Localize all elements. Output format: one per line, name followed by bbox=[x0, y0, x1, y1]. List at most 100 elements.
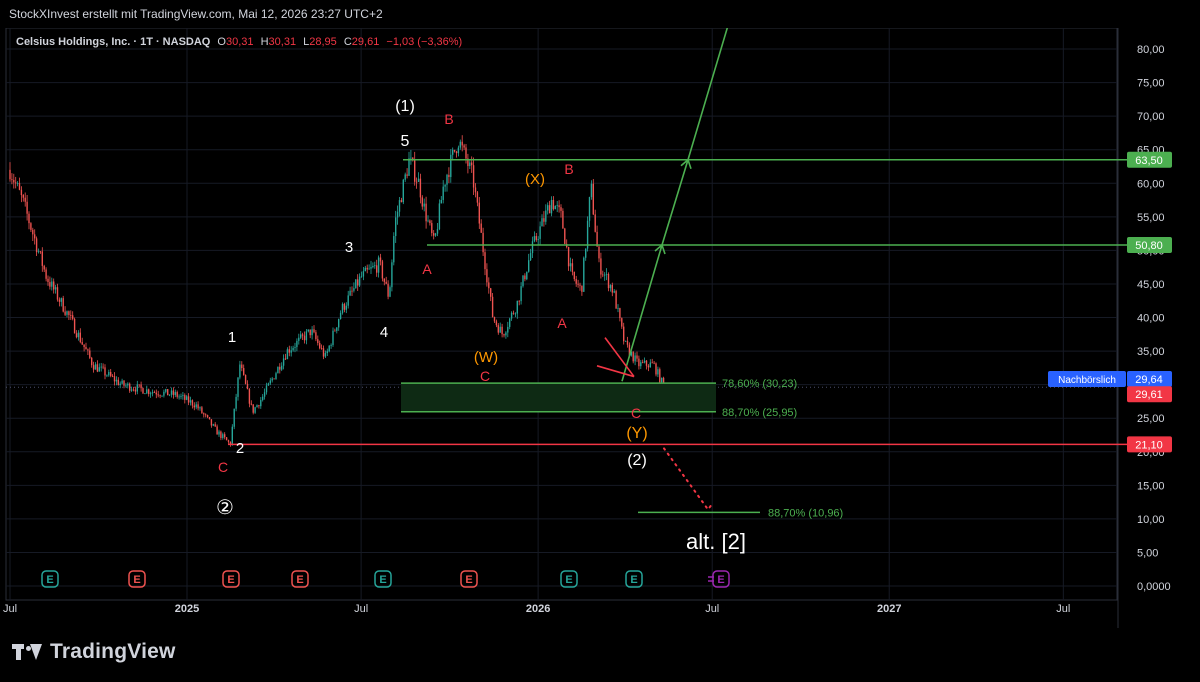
candle-body bbox=[585, 248, 587, 258]
candle-body bbox=[452, 149, 454, 155]
wave-label: B bbox=[444, 111, 453, 127]
candle-body bbox=[602, 274, 604, 276]
candle-body bbox=[548, 205, 551, 214]
candle-body bbox=[9, 169, 11, 180]
candle-body bbox=[149, 393, 152, 395]
y-tick-label: 10,00 bbox=[1137, 514, 1165, 526]
candle-body bbox=[227, 440, 230, 442]
candle-body bbox=[28, 213, 30, 224]
candle-body bbox=[170, 390, 173, 395]
candle-body bbox=[151, 392, 154, 394]
candle-body bbox=[594, 214, 596, 232]
chart-canvas[interactable]: 80,0075,0070,0065,0060,0055,0050,0045,00… bbox=[0, 28, 1200, 628]
candle-body bbox=[421, 197, 423, 207]
candle-body bbox=[459, 141, 461, 148]
candle-body bbox=[11, 179, 13, 180]
candle-body bbox=[391, 262, 393, 288]
candle-body bbox=[522, 275, 524, 287]
candle-body bbox=[119, 383, 121, 386]
y-tick-label: 60,00 bbox=[1137, 178, 1165, 190]
candle-body bbox=[45, 269, 47, 279]
candle-body bbox=[607, 274, 610, 289]
candle-body bbox=[396, 211, 399, 218]
candle-body bbox=[224, 434, 226, 438]
candle-body bbox=[408, 158, 410, 176]
wave-label: (2) bbox=[627, 452, 647, 469]
candle-body bbox=[376, 265, 378, 273]
candle-body bbox=[250, 403, 252, 405]
candle-body bbox=[186, 396, 188, 400]
candle-body bbox=[360, 276, 363, 278]
candle-body bbox=[262, 396, 264, 401]
candle-body bbox=[54, 287, 57, 290]
candle-body bbox=[554, 206, 556, 210]
y-tick-label: 40,00 bbox=[1137, 313, 1165, 325]
candle-body bbox=[138, 384, 140, 386]
candle-body bbox=[66, 311, 68, 315]
candle-body bbox=[524, 275, 526, 280]
candle-body bbox=[284, 358, 287, 360]
candle-body bbox=[104, 367, 106, 376]
candle-body bbox=[328, 345, 330, 352]
candle-body bbox=[298, 337, 300, 341]
x-tick-label: Jul bbox=[1056, 603, 1070, 615]
candle-body bbox=[501, 326, 503, 335]
candle-body bbox=[573, 271, 575, 280]
candle-body bbox=[336, 327, 338, 331]
candle-body bbox=[349, 290, 351, 296]
candle-body bbox=[406, 174, 408, 176]
candle-body bbox=[26, 201, 28, 214]
candle-body bbox=[547, 205, 549, 211]
candle-body bbox=[263, 392, 266, 397]
candle-body bbox=[167, 389, 169, 396]
candle-body bbox=[374, 265, 376, 267]
wave-label: C bbox=[631, 405, 641, 421]
candle-body bbox=[311, 329, 313, 336]
candle-body bbox=[111, 375, 114, 377]
earnings-marker-label: E bbox=[717, 574, 724, 586]
earnings-marker-label: E bbox=[227, 574, 234, 586]
candle-body bbox=[545, 210, 547, 222]
candle-body bbox=[142, 388, 144, 394]
candle-body bbox=[588, 197, 591, 221]
candle-body bbox=[345, 305, 347, 310]
candle-body bbox=[621, 318, 623, 327]
y-tick-label: 5,00 bbox=[1137, 547, 1158, 559]
candle-body bbox=[387, 283, 389, 297]
candle-body bbox=[461, 141, 463, 146]
candle-body bbox=[35, 238, 38, 253]
candle-body bbox=[180, 396, 182, 397]
candle-body bbox=[474, 187, 477, 193]
candle-body bbox=[463, 145, 465, 148]
candle-body bbox=[197, 404, 199, 409]
candle-body bbox=[341, 303, 344, 313]
candle-body bbox=[51, 281, 53, 287]
candle-body bbox=[516, 300, 518, 314]
candle-body bbox=[370, 267, 372, 269]
candle-body bbox=[320, 348, 323, 349]
wave-label: A bbox=[422, 261, 432, 277]
candle-body bbox=[75, 333, 78, 338]
candle-body bbox=[89, 350, 91, 358]
candle-body bbox=[49, 282, 51, 287]
candle-body bbox=[134, 389, 137, 392]
candle-body bbox=[472, 165, 475, 188]
candle-body bbox=[377, 257, 380, 273]
candle-body bbox=[417, 178, 420, 182]
candle-body bbox=[512, 312, 515, 314]
earnings-marker-label: E bbox=[379, 574, 386, 586]
candle-body bbox=[189, 400, 192, 403]
candle-body bbox=[611, 285, 613, 293]
candle-body bbox=[425, 203, 427, 222]
candle-body bbox=[535, 236, 537, 240]
tradingview-brand[interactable]: TradingView bbox=[12, 640, 176, 664]
candle-body bbox=[358, 276, 361, 286]
candle-body bbox=[96, 364, 99, 372]
candle-body bbox=[636, 355, 638, 359]
candle-body bbox=[225, 437, 228, 441]
candle-body bbox=[267, 383, 270, 386]
y-tick-label: 25,00 bbox=[1137, 413, 1165, 425]
candle-body bbox=[53, 281, 55, 290]
fib-label-7860: 78,60% (30,23) bbox=[722, 378, 797, 390]
candle-body bbox=[317, 339, 319, 343]
